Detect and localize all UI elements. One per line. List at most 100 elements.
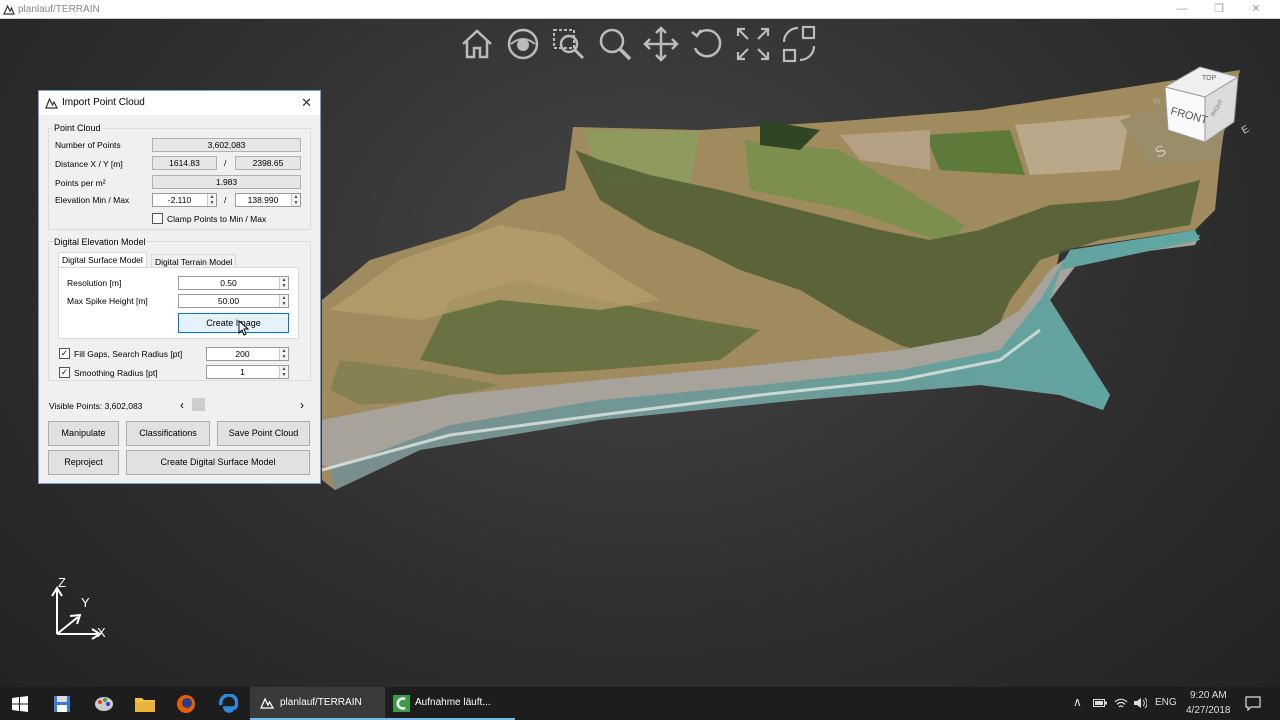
slider-left-arrow-icon[interactable]: ‹: [180, 398, 184, 412]
distance-separator: /: [224, 158, 227, 168]
clamp-points-checkbox[interactable]: [152, 213, 163, 224]
volume-icon[interactable]: [1133, 697, 1147, 709]
visible-points-label: Visible Points: 3,602,083: [49, 401, 143, 411]
create-dsm-button[interactable]: Create Digital Surface Model: [126, 450, 310, 475]
mouse-cursor-icon: [238, 320, 250, 336]
taskbar-app-planlauf[interactable]: planlauf/TERRAIN: [250, 687, 385, 720]
elevation-max-input[interactable]: 138.990 ▲ ▼: [235, 193, 301, 207]
rotate-icon[interactable]: [688, 24, 726, 64]
close-window-button[interactable]: ✕: [1238, 0, 1274, 19]
axis-gizmo: Z Y X: [40, 572, 120, 647]
elevation-max-spinner-icon[interactable]: ▲ ▼: [291, 194, 300, 206]
planlauf-logo-icon: [3, 4, 15, 15]
distance-y-field: 2398.65: [235, 156, 301, 170]
firefox-icon[interactable]: [166, 687, 206, 720]
file-explorer-icon[interactable]: [125, 687, 165, 720]
camtasia-icon: [393, 695, 410, 712]
resolution-spinner-icon[interactable]: ▲ ▼: [279, 277, 288, 289]
axis-x-label: X: [97, 625, 106, 640]
max-spike-height-spinner-icon[interactable]: ▲ ▼: [279, 295, 288, 307]
language-indicator[interactable]: ENG: [1155, 697, 1177, 708]
elevation-min-input[interactable]: -2.110 ▲ ▼: [152, 193, 217, 207]
distance-x-field: 1614.83: [152, 156, 217, 170]
axis-arrows-icon: [51, 586, 102, 640]
fill-gaps-spinner-icon[interactable]: ▲ ▼: [279, 348, 288, 360]
elevation-min-spinner-icon[interactable]: ▲ ▼: [207, 194, 216, 206]
edge-icon[interactable]: [208, 687, 248, 720]
number-of-points-field: 3,602,083: [152, 138, 301, 152]
resolution-value: 0.50: [220, 278, 237, 288]
dialog-titlebar: Import Point Cloud ✕: [39, 91, 320, 115]
navcube-top-label: TOP: [1202, 75, 1217, 82]
navcube-west-label: W: [1153, 97, 1161, 106]
taskbar-app-planlauf-label: planlauf/TERRAIN: [280, 697, 362, 708]
smoothing-checkbox[interactable]: ✓: [59, 367, 70, 378]
create-image-button[interactable]: Create Image: [178, 313, 289, 333]
visible-points-slider-thumb[interactable]: [192, 398, 205, 411]
dialog-close-button[interactable]: ✕: [301, 95, 312, 111]
fill-gaps-label: Fill Gaps, Search Radius [pt]: [74, 349, 183, 359]
manipulate-button[interactable]: Manipulate: [48, 421, 119, 446]
slider-right-arrow-icon[interactable]: ›: [300, 398, 304, 412]
paint-icon[interactable]: [84, 687, 124, 720]
planlauf-logo-icon: [260, 697, 274, 709]
fit-extents-icon[interactable]: [734, 24, 772, 64]
points-per-m2-label: Points per m²: [55, 178, 106, 188]
window-title: planlauf/TERRAIN: [18, 4, 100, 15]
battery-icon[interactable]: [1093, 698, 1107, 708]
fill-gaps-checkbox[interactable]: ✓: [59, 348, 70, 359]
clock-date[interactable]: 4/27/2018: [1186, 705, 1231, 716]
eye-icon[interactable]: [504, 24, 542, 64]
smoothing-input[interactable]: 1 ▲ ▼: [206, 365, 289, 379]
elevation-max-value: 138.990: [247, 195, 279, 205]
minimize-button[interactable]: —: [1164, 0, 1200, 19]
navcube-east-label: E: [1240, 124, 1252, 137]
tab-digital-surface-model[interactable]: Digital Surface Model: [58, 252, 147, 268]
navigation-cube[interactable]: TOP FRONT RIGHT W E S: [1150, 62, 1260, 162]
clock-time[interactable]: 9:20 AM: [1190, 690, 1227, 701]
max-spike-height-input[interactable]: 50.00 ▲ ▼: [178, 294, 289, 308]
home-icon[interactable]: [458, 24, 496, 64]
save-floppy-icon[interactable]: [42, 687, 82, 720]
resolution-label: Resolution [m]: [67, 278, 122, 288]
axis-z-label: Z: [58, 575, 66, 590]
import-point-cloud-dialog: Import Point Cloud ✕ Point Cloud Number …: [38, 90, 321, 484]
taskbar-app-recording-label: Aufnahme läuft...: [415, 697, 491, 708]
zoom-icon[interactable]: [596, 24, 634, 64]
max-spike-height-value: 50.00: [217, 296, 240, 306]
taskbar-app-recording[interactable]: Aufnahme läuft...: [385, 687, 515, 720]
axis-y-label: Y: [81, 595, 90, 610]
max-spike-height-label: Max Spike Height [m]: [67, 296, 148, 306]
windows-start-icon[interactable]: [0, 687, 40, 720]
point-cloud-group-label: Point Cloud: [53, 123, 102, 133]
navcube-south-label: S: [1153, 142, 1169, 162]
elevation-min-value: -2.110: [167, 195, 192, 205]
points-per-m2-field: 1.983: [152, 175, 301, 189]
elevation-label: Elevation Min / Max: [55, 195, 130, 205]
maximize-button[interactable]: ❐: [1201, 0, 1237, 19]
number-of-points-label: Number of Points: [55, 140, 121, 150]
fill-gaps-input[interactable]: 200 ▲ ▼: [206, 347, 289, 361]
save-point-cloud-button[interactable]: Save Point Cloud: [217, 421, 310, 446]
tray-overflow-icon[interactable]: ∧: [1073, 695, 1082, 709]
pan-icon[interactable]: [642, 24, 680, 64]
planlauf-logo-icon: [45, 97, 58, 109]
dem-group-label: Digital Elevation Model: [53, 237, 147, 247]
zoom-window-icon[interactable]: [550, 24, 588, 64]
fill-gaps-value: 200: [235, 349, 250, 359]
smoothing-label: Smoothing Radius [pt]: [74, 368, 158, 378]
clamp-points-label: Clamp Points to Min / Max: [167, 214, 267, 224]
fit-selection-icon[interactable]: [780, 24, 818, 64]
notification-center-icon[interactable]: [1245, 696, 1261, 711]
elevation-separator: /: [224, 195, 227, 205]
wifi-icon[interactable]: [1114, 697, 1128, 709]
reproject-button[interactable]: Reproject: [48, 450, 119, 475]
classifications-button[interactable]: Classifications: [126, 421, 210, 446]
smoothing-value: 1: [240, 367, 245, 377]
window-titlebar: planlauf/TERRAIN — ❐ ✕: [0, 0, 1280, 19]
smoothing-spinner-icon[interactable]: ▲ ▼: [279, 366, 288, 378]
resolution-input[interactable]: 0.50 ▲ ▼: [178, 276, 289, 290]
dialog-title: Import Point Cloud: [62, 97, 145, 108]
distance-label: Distance X / Y [m]: [55, 159, 123, 169]
taskbar: planlauf/TERRAIN Aufnahme läuft... ∧ ENG…: [0, 687, 1280, 720]
